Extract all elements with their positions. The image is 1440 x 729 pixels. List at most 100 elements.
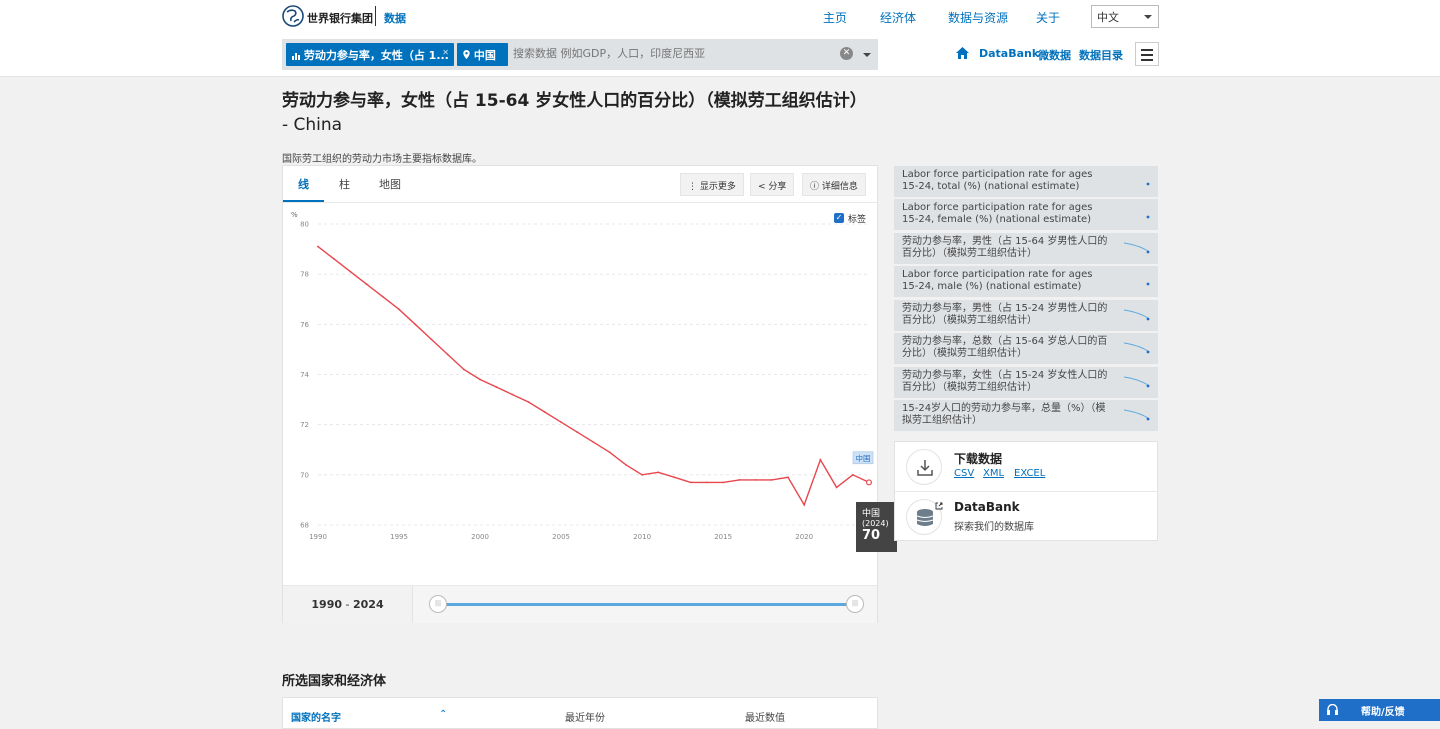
- card-divider: [895, 491, 1157, 492]
- clear-search-icon[interactable]: ✕: [840, 47, 853, 60]
- related-indicator-item[interactable]: Labor force participation rate for ages …: [894, 266, 1158, 298]
- tooltip-country: 中国: [862, 509, 881, 519]
- language-select[interactable]: 中文: [1091, 5, 1159, 28]
- chevron-down-icon[interactable]: [863, 53, 871, 57]
- x-tick-label: 2010: [633, 533, 651, 541]
- show-more-label: 显示更多: [699, 182, 736, 192]
- data-point: [835, 486, 838, 489]
- series-label: 中国: [856, 453, 871, 463]
- data-point: [317, 245, 319, 248]
- y-tick-label: 76: [300, 321, 309, 329]
- show-more-button[interactable]: ⋮ 显示更多: [680, 173, 744, 196]
- search-bar[interactable]: 劳动力参与率，女性（占 1... ✕ 中国 ✕: [282, 39, 878, 70]
- sparkline-icon: [1124, 409, 1150, 421]
- chart-card: 线 柱 地图 ⋮ 显示更多 < 分享 ⓘ 详细信息 ✓ 标签 % 68 70 72 74…: [282, 165, 897, 623]
- range-separator: -: [342, 598, 353, 611]
- world-bank-globe-icon[interactable]: [282, 5, 304, 27]
- range-start: 1990: [311, 598, 343, 611]
- nav-home[interactable]: 主页: [823, 9, 847, 26]
- year-range-label: 1990 - 2024: [283, 586, 413, 623]
- y-axis-unit: %: [291, 211, 298, 219]
- active-tab-indicator: [283, 200, 324, 202]
- share-button[interactable]: < 分享: [750, 173, 795, 196]
- data-point: [803, 504, 806, 506]
- year-slider-start-handle[interactable]: |||: [429, 595, 447, 613]
- related-indicator-item[interactable]: Labor force participation rate for ages …: [894, 166, 1158, 198]
- data-point: [722, 481, 725, 484]
- sort-up-icon[interactable]: ⌃: [439, 709, 447, 720]
- sparkline-icon: [1146, 282, 1150, 286]
- data-point: [398, 308, 400, 311]
- related-indicator-item[interactable]: 劳动力参与率，女性（占 15-24 岁女性人口的百分比）（模拟劳工组织估计）: [894, 367, 1158, 399]
- col-latest-year[interactable]: 最近年份: [565, 709, 605, 724]
- related-indicator-item[interactable]: Labor force participation rate for ages …: [894, 199, 1158, 231]
- nav-databank[interactable]: DataBank: [979, 47, 1039, 60]
- related-indicator-item[interactable]: 劳动力参与率，男性（占 15-64 岁男性人口的百分比）（模拟劳工组织估计）: [894, 233, 1158, 265]
- nav-data-resources[interactable]: 数据与资源: [948, 9, 1008, 26]
- tab-map[interactable]: 地图: [379, 176, 401, 192]
- download-excel-link[interactable]: EXCEL: [1014, 468, 1045, 479]
- data-point: [641, 473, 644, 476]
- logo-section-label[interactable]: 数据: [384, 10, 406, 26]
- logo-text[interactable]: 世界银行集团: [307, 10, 373, 26]
- databank-title[interactable]: DataBank: [954, 500, 1020, 514]
- countries-table-header: 国家的名字 ⌃ 最近年份 最近数值: [282, 697, 878, 729]
- download-xml-link[interactable]: XML: [983, 468, 1004, 479]
- sparkline-icon: [1124, 342, 1150, 354]
- data-point: [511, 393, 514, 396]
- data-point: [576, 431, 579, 434]
- last-data-point: [865, 479, 872, 486]
- help-feedback-label: 帮助/反馈: [1361, 707, 1405, 718]
- tab-line[interactable]: 线: [298, 176, 309, 192]
- databank-subtitle: 探索我们的数据库: [954, 522, 1034, 533]
- countries-section-title: 所选国家和经济体: [282, 674, 387, 689]
- related-indicator-label: Labor force participation rate for ages …: [902, 169, 1093, 192]
- indicator-chip[interactable]: 劳动力参与率，女性（占 1... ✕: [286, 43, 454, 66]
- year-slider-end-handle[interactable]: |||: [846, 595, 864, 613]
- sparkline-icon: [1124, 242, 1150, 254]
- data-point: [527, 401, 530, 403]
- tooltip-value: 70: [862, 528, 881, 543]
- data-point: [495, 386, 498, 388]
- indicator-chip-label: 劳动力参与率，女性（占 1...: [303, 49, 449, 62]
- related-indicator-label: Labor force participation rate for ages …: [902, 202, 1093, 225]
- page-title: 劳动力参与率，女性（占 15-64 岁女性人口的百分比）（模拟劳工组织估计） -…: [282, 90, 882, 138]
- download-csv-link[interactable]: CSV: [954, 468, 974, 479]
- tab-bar[interactable]: 柱: [339, 176, 350, 192]
- country-chip-label: 中国: [473, 49, 496, 62]
- home-icon[interactable]: [956, 47, 969, 59]
- external-link-icon: [935, 502, 943, 510]
- related-indicator-label: 劳动力参与率，总数（占 15-64 岁总人口的百分比）（模拟劳工组织估计）: [902, 336, 1108, 359]
- related-indicator-label: 15-24岁人口的劳动力参与率，总量（%）（模拟劳工组织估计）: [902, 403, 1106, 426]
- nav-data-catalog[interactable]: 数据目录: [1079, 47, 1123, 63]
- country-chip[interactable]: 中国: [457, 43, 508, 66]
- bar-chart-icon: [292, 50, 300, 60]
- help-feedback-button[interactable]: 帮助/反馈: [1319, 699, 1440, 721]
- data-point: [770, 478, 773, 481]
- hamburger-menu-icon[interactable]: [1135, 42, 1159, 66]
- tabs-divider: [283, 202, 877, 203]
- chevron-down-icon: [1144, 15, 1152, 19]
- related-indicator-item[interactable]: 15-24岁人口的劳动力参与率，总量（%）（模拟劳工组织估计）: [894, 400, 1158, 432]
- info-icon: ⓘ: [810, 182, 820, 192]
- nav-about[interactable]: 关于: [1036, 9, 1060, 26]
- site-header: 世界银行集团 数据 主页 经济体 数据与资源 关于 中文 劳动力参与率，女性（占…: [0, 0, 1440, 77]
- close-icon[interactable]: ✕: [442, 48, 449, 57]
- series-line: [317, 246, 870, 507]
- col-latest-value[interactable]: 最近数值: [745, 709, 785, 724]
- related-indicator-item[interactable]: 劳动力参与率，总数（占 15-64 岁总人口的百分比）（模拟劳工组织估计）: [894, 333, 1158, 365]
- download-icon[interactable]: [906, 449, 942, 485]
- nav-economies[interactable]: 经济体: [880, 9, 916, 26]
- nav-microdata[interactable]: 微数据: [1038, 47, 1071, 63]
- data-point: [333, 258, 336, 261]
- col-country-name[interactable]: 国家的名字: [291, 709, 341, 724]
- data-point: [446, 353, 449, 356]
- search-input[interactable]: [513, 47, 833, 60]
- related-indicator-label: 劳动力参与率，男性（占 15-64 岁男性人口的百分比）（模拟劳工组织估计）: [902, 236, 1108, 259]
- related-indicator-label: Labor force participation rate for ages …: [902, 269, 1093, 292]
- year-slider-track[interactable]: [438, 603, 856, 606]
- year-range-row: 1990 - 2024 ||| |||: [283, 585, 877, 623]
- details-button[interactable]: ⓘ 详细信息: [802, 173, 866, 196]
- share-icon: <: [758, 182, 766, 192]
- related-indicator-item[interactable]: 劳动力参与率，男性（占 15-24 岁男性人口的百分比）（模拟劳工组织估计）: [894, 300, 1158, 332]
